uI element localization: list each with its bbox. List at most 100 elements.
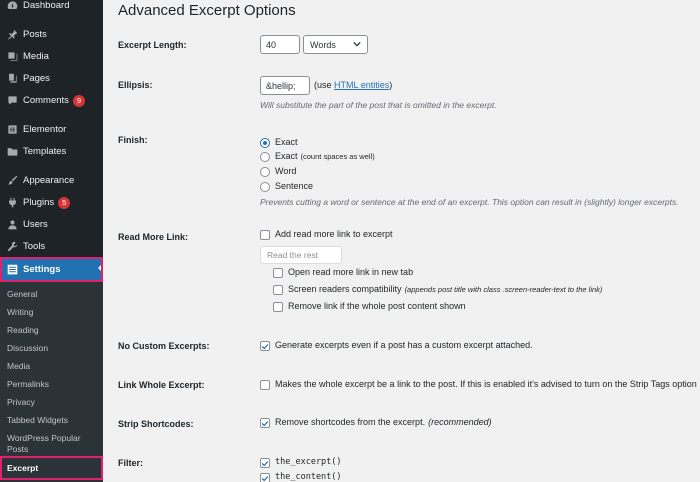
checkmark-icon <box>261 420 269 426</box>
remove-link-label: Remove link if the whole post content sh… <box>288 301 466 311</box>
html-entities-link[interactable]: HTML entities <box>334 80 389 90</box>
screen-readers-checkbox[interactable] <box>273 285 283 295</box>
filter-excerpt-checkbox[interactable] <box>260 458 270 468</box>
no-custom-text: Generate excerpts even if a post has a c… <box>275 340 533 350</box>
checkmark-icon <box>261 460 269 466</box>
ellipsis-hint: Will substitute the part of the post tha… <box>260 100 497 110</box>
menu-label: Elementor <box>23 124 67 135</box>
menu-label: Comments <box>23 95 69 106</box>
filter-content-label: the_content() <box>275 472 342 482</box>
menu-label: Pages <box>23 73 50 84</box>
plugins-update-badge: 5 <box>58 196 71 209</box>
menu-appearance[interactable]: Appearance <box>0 170 103 191</box>
finish-word-radio[interactable] <box>260 167 270 177</box>
admin-sidebar: Dashboard Posts Media Pages Comments 9 E… <box>0 0 103 482</box>
menu-label: Users <box>23 219 48 230</box>
html-note-prefix: (use <box>314 80 332 90</box>
add-read-more-checkbox[interactable] <box>260 230 270 240</box>
folder-icon <box>5 145 19 159</box>
menu-tools[interactable]: Tools <box>0 236 103 257</box>
read-more-label: Read More Link: <box>118 232 189 242</box>
menu-media[interactable]: Media <box>0 46 103 67</box>
finish-label: Finish: <box>118 135 148 145</box>
menu-elementor[interactable]: Elementor <box>0 119 103 140</box>
excerpt-length-label: Excerpt Length: <box>118 40 187 50</box>
menu-posts[interactable]: Posts <box>0 24 103 45</box>
menu-label: Dashboard <box>23 0 70 11</box>
filter-content-checkbox[interactable] <box>260 473 270 482</box>
menu-settings[interactable]: Settings <box>0 258 103 280</box>
menu-plugins[interactable]: Plugins 5 <box>0 192 103 213</box>
media-icon <box>5 50 19 64</box>
paintbrush-icon <box>5 174 19 188</box>
finish-hint: Prevents cutting a word or sentence at t… <box>260 197 679 207</box>
users-icon <box>5 218 19 232</box>
elementor-icon <box>5 123 19 137</box>
submenu-writing[interactable]: Writing <box>7 307 99 318</box>
submenu-media[interactable]: Media <box>7 361 99 372</box>
read-more-text-input[interactable]: Read the rest <box>260 246 342 264</box>
submenu-general[interactable]: General <box>7 289 99 300</box>
finish-exact-spaces-label: Exact (count spaces as well) <box>275 151 375 161</box>
excerpt-length-input[interactable]: 40 <box>260 35 300 54</box>
menu-label: Settings <box>23 263 61 275</box>
settings-main: Advanced Excerpt Options Excerpt Length:… <box>103 0 700 482</box>
excerpt-length-unit-select[interactable]: Words <box>303 35 368 54</box>
unit-select-value: Words <box>310 39 336 50</box>
html-note-suffix: ) <box>389 80 393 90</box>
submenu-excerpt[interactable]: Excerpt <box>7 463 99 474</box>
submenu-wordpress-popular-posts[interactable]: WordPress Popular Posts <box>7 433 99 455</box>
finish-exact-radio[interactable] <box>260 138 270 148</box>
finish-sentence-label: Sentence <box>275 181 314 191</box>
link-whole-label: Link Whole Excerpt: <box>118 380 205 390</box>
pin-icon <box>5 28 19 42</box>
menu-label: Appearance <box>23 175 75 186</box>
menu-templates[interactable]: Templates <box>0 141 103 162</box>
page-title: Advanced Excerpt Options <box>118 2 296 19</box>
dashboard-icon <box>5 0 19 13</box>
comment-icon <box>5 94 19 108</box>
submenu-privacy[interactable]: Privacy <box>7 397 99 408</box>
menu-label: Posts <box>23 29 47 40</box>
open-new-tab-label: Open read more link in new tab <box>288 267 414 277</box>
settings-icon <box>5 262 19 276</box>
strip-shortcodes-text: Remove shortcodes from the excerpt. (reco… <box>275 417 492 427</box>
ellipsis-html-note: (use HTML entities) <box>314 80 392 90</box>
chevron-down-icon <box>353 40 361 50</box>
add-read-more-label: Add read more link to excerpt <box>275 229 393 239</box>
strip-shortcodes-label: Strip Shortcodes: <box>118 419 194 429</box>
plugin-icon <box>5 196 19 210</box>
finish-word-label: Word <box>275 166 297 176</box>
menu-pages[interactable]: Pages <box>0 68 103 89</box>
menu-label: Media <box>23 51 49 62</box>
no-custom-checkbox[interactable] <box>260 341 270 351</box>
submenu-permalinks[interactable]: Permalinks <box>7 379 99 390</box>
link-whole-checkbox[interactable] <box>260 380 270 390</box>
menu-dashboard[interactable]: Dashboard <box>0 0 103 16</box>
comments-count-badge: 9 <box>72 94 85 107</box>
ellipsis-input[interactable]: &hellip; <box>260 76 310 95</box>
menu-label: Tools <box>23 241 46 252</box>
menu-label: Templates <box>23 146 67 157</box>
filter-excerpt-label: the_excerpt() <box>275 457 342 467</box>
filter-label: Filter: <box>118 458 144 468</box>
checkmark-icon <box>261 343 269 349</box>
settings-submenu: General Writing Reading Discussion Media… <box>0 282 103 482</box>
pages-icon <box>5 72 19 86</box>
finish-exact-label: Exact <box>275 137 298 147</box>
remove-link-checkbox[interactable] <box>273 302 283 312</box>
link-whole-text: Makes the whole excerpt be a link to the… <box>275 379 697 389</box>
menu-users[interactable]: Users <box>0 214 103 235</box>
strip-shortcodes-checkbox[interactable] <box>260 418 270 428</box>
finish-exact-spaces-radio[interactable] <box>260 152 270 162</box>
ellipsis-label: Ellipsis: <box>118 80 153 90</box>
submenu-tabbed-widgets[interactable]: Tabbed Widgets <box>7 415 99 426</box>
open-new-tab-checkbox[interactable] <box>273 268 283 278</box>
menu-comments[interactable]: Comments 9 <box>0 90 103 111</box>
finish-sentence-radio[interactable] <box>260 182 270 192</box>
submenu-discussion[interactable]: Discussion <box>7 343 99 354</box>
screen-readers-label: Screen readers compatibility (appends pos… <box>288 284 603 294</box>
submenu-reading[interactable]: Reading <box>7 325 99 336</box>
no-custom-label: No Custom Excerpts: <box>118 341 210 351</box>
wrench-icon <box>5 240 19 254</box>
